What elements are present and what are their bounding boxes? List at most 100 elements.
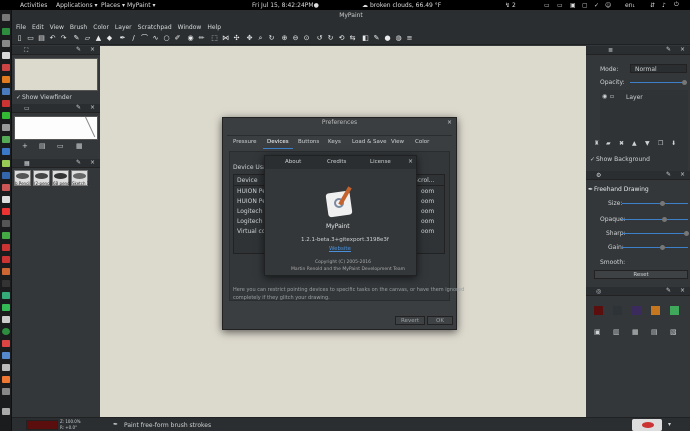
save-icon[interactable]: ▤ <box>37 34 46 43</box>
eraser-icon[interactable]: ▱ <box>83 34 92 43</box>
merge-layer-icon[interactable]: ⬇ <box>671 140 676 147</box>
layer-up-icon[interactable]: ▲ <box>632 140 637 147</box>
clock[interactable]: Fri Jul 15, 8:42:24PM● <box>252 2 319 9</box>
current-color-swatch[interactable] <box>26 420 58 430</box>
slider-knob[interactable] <box>684 231 689 236</box>
scratchpad-canvas[interactable] <box>14 116 98 140</box>
palette-icon[interactable]: ◧ <box>361 34 370 43</box>
mode-select[interactable]: Normal <box>630 64 687 73</box>
dock-app-icon[interactable] <box>2 244 10 251</box>
box-icon[interactable]: ▢ <box>582 2 588 9</box>
menu-view[interactable]: View <box>50 24 64 31</box>
tab-devices[interactable]: Devices <box>267 139 289 145</box>
pin-icon[interactable]: ✎ <box>666 46 671 53</box>
device-scroll[interactable]: oom <box>421 218 434 225</box>
close-icon[interactable]: × <box>680 46 685 53</box>
menu-icon[interactable]: ≡ <box>405 34 414 43</box>
dock-app-icon[interactable] <box>2 124 10 131</box>
mirror-icon[interactable]: ⇆ <box>348 34 357 43</box>
dock-app-icon[interactable] <box>2 28 10 35</box>
sharp-slider[interactable] <box>622 231 689 236</box>
reset-view-icon[interactable]: ⟲ <box>337 34 346 43</box>
weather-status[interactable]: broken clouds, 66.49 °F <box>370 2 441 9</box>
tab-pressure[interactable]: Pressure <box>233 139 257 145</box>
menu-brush[interactable]: Brush <box>70 24 87 31</box>
reset-button[interactable]: Reset <box>594 270 688 279</box>
show-background-label[interactable]: Show Background <box>596 156 650 163</box>
dock-app-icon[interactable] <box>2 340 10 347</box>
tab-view[interactable]: View <box>391 139 404 145</box>
color-swatch[interactable] <box>670 306 679 315</box>
scratchpad-open-icon[interactable]: ▭ <box>57 142 64 150</box>
menu-file[interactable]: File <box>16 24 26 31</box>
opacity-slider[interactable] <box>630 80 687 85</box>
dock-app-icon[interactable] <box>2 232 10 239</box>
monitor-icon[interactable]: ▣ <box>570 2 576 9</box>
column-header-device[interactable]: Device <box>237 177 258 184</box>
menu-color[interactable]: Color <box>93 24 109 31</box>
color-swatch[interactable] <box>613 306 622 315</box>
pin-icon[interactable]: ✎ <box>76 159 81 166</box>
delete-layer-icon[interactable]: ✖ <box>619 140 624 147</box>
eye-icon[interactable]: ◉ <box>602 93 607 100</box>
palette-load-icon[interactable]: ▣ <box>594 328 601 336</box>
duplicate-layer-icon[interactable]: ❐ <box>658 140 663 147</box>
lock-icon[interactable]: ▫ <box>610 93 614 100</box>
dock-app-icon[interactable] <box>2 408 10 415</box>
dock-app-icon[interactable] <box>2 364 10 371</box>
ok-button[interactable]: OK <box>427 316 453 325</box>
device-scroll[interactable]: oom <box>421 228 434 235</box>
zoom-icon[interactable]: ⌕ <box>256 34 265 43</box>
dock-app-icon[interactable] <box>2 40 10 47</box>
rotate-right-icon[interactable]: ↻ <box>326 34 335 43</box>
ellipse-icon[interactable]: ○ <box>162 34 171 43</box>
dock-app-icon[interactable] <box>2 100 10 107</box>
brush-preview[interactable] <box>632 419 662 431</box>
brush-preset[interactable]: (2-pencil <box>33 170 52 186</box>
rotate-icon[interactable]: ↻ <box>267 34 276 43</box>
dock-app-icon[interactable] <box>2 148 10 155</box>
slider-knob[interactable] <box>660 201 665 206</box>
revert-button[interactable]: Revert <box>395 316 425 325</box>
gain-slider[interactable] <box>622 245 688 250</box>
brush-icon[interactable]: ✎ <box>72 34 81 43</box>
layer-down-icon[interactable]: ▼ <box>645 140 650 147</box>
dock-app-icon[interactable] <box>2 292 10 299</box>
color-icon[interactable]: ● <box>383 34 392 43</box>
connected-lines-icon[interactable]: ⌒ <box>140 34 149 43</box>
column-header-scroll[interactable]: Scrol... <box>414 177 435 184</box>
tab-credits[interactable]: Credits <box>327 159 346 165</box>
lock-alpha-icon[interactable]: ▲ <box>94 34 103 43</box>
dock-app-icon[interactable] <box>2 316 10 323</box>
rotate-left-icon[interactable]: ↺ <box>315 34 324 43</box>
scratchpad-new-icon[interactable]: ▤ <box>39 142 46 150</box>
dock-app-icon[interactable] <box>2 136 10 143</box>
add-icon[interactable]: + <box>22 142 28 150</box>
dock-app-icon[interactable] <box>2 52 10 59</box>
color-swatch[interactable] <box>651 306 660 315</box>
dock-app-icon[interactable] <box>2 388 10 395</box>
device-scroll[interactable]: oom <box>421 208 434 215</box>
close-icon[interactable]: × <box>90 104 95 111</box>
show-viewfinder-label[interactable]: Show Viewfinder <box>22 94 72 101</box>
open-icon[interactable]: ▭ <box>26 34 35 43</box>
undo-icon[interactable]: ↶ <box>48 34 57 43</box>
dock-app-icon[interactable] <box>2 208 10 215</box>
app-menu[interactable]: MyPaint ▾ <box>127 2 156 9</box>
dock-app-icon[interactable] <box>2 14 10 21</box>
pin-icon[interactable]: ✎ <box>76 104 81 111</box>
tab-keys[interactable]: Keys <box>328 139 341 145</box>
volume-icon[interactable]: ♪ <box>662 2 666 9</box>
brush-preset[interactable]: b.Pencil <box>14 170 31 186</box>
fill-icon[interactable]: ◉ <box>186 34 195 43</box>
layer-row[interactable]: ◉ ▫ Layer <box>600 92 688 102</box>
brush-settings-icon[interactable]: ✎ <box>372 34 381 43</box>
viewfinder-preview[interactable] <box>14 58 98 91</box>
close-icon[interactable]: × <box>90 159 95 166</box>
dock-app-icon[interactable] <box>2 76 10 83</box>
tab-load-save[interactable]: Load & Save <box>352 139 386 145</box>
dock-app-icon[interactable] <box>2 256 10 263</box>
applications-menu[interactable]: Applications ▾ <box>56 2 98 9</box>
opaque-slider[interactable] <box>622 217 688 222</box>
add-layer-icon[interactable]: ♜ <box>594 140 599 147</box>
